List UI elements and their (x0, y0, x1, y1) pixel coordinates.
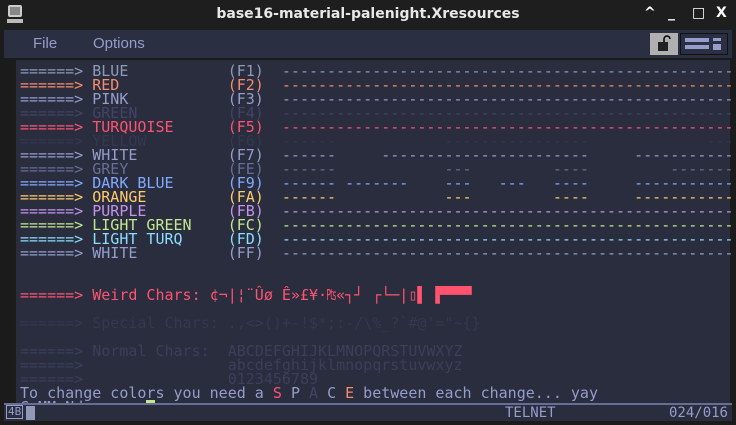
arrow: ======> (20, 286, 84, 304)
menu-options[interactable]: Options (93, 35, 145, 52)
special-label: Special Chars: (92, 314, 219, 332)
keyboard-icon (685, 38, 721, 50)
lock-toggle-button[interactable] (650, 33, 678, 55)
unlock-icon (658, 35, 671, 51)
color-name: WHITE (92, 244, 138, 262)
menu-bar: File Options (4, 30, 732, 58)
arrow: ======> (20, 244, 84, 262)
special-chars-row: ======> Special Chars: .,<>()+-!$*;:-/\%… (20, 314, 481, 332)
title-bar: base16-material-palenight.Xresources ^ _… (0, 0, 736, 30)
menu-file[interactable]: File (33, 35, 57, 52)
color-code: (FF) (227, 244, 264, 262)
hint-c: C (327, 384, 337, 402)
weird-chars-row: ======> Weird Chars: ¢¬|¦¨Ûø Ê»£¥·₧«┐┘ ┌… (20, 286, 472, 304)
hint-p: P (290, 384, 300, 402)
window-title: base16-material-palenight.Xresources (216, 6, 520, 22)
close-button[interactable]: X (716, 5, 727, 21)
status-bar: 4B TELNET 024/016 (4, 403, 732, 421)
keyboard-indicator: 4B (6, 405, 24, 419)
weird-label: Weird Chars: (92, 286, 201, 304)
maximize-button[interactable]: □ (692, 5, 705, 21)
keyboard-button[interactable] (680, 33, 728, 55)
special-chars: .,<>()+-!$*;:-/\%_?`#@'="~{} (227, 314, 481, 332)
minimize-button[interactable]: _ (668, 5, 675, 21)
cursor-position: 024/016 (668, 405, 728, 421)
hint-text-end: between each change... yay (354, 384, 598, 402)
input-inhibit-block (26, 406, 35, 420)
hint-a: A (309, 384, 319, 402)
shade-button[interactable]: ^ (644, 5, 656, 21)
connection-mode: TELNET (505, 405, 556, 421)
weird-chars: ¢¬|¦¨Ûø Ê»£¥·₧«┐┘ ┌└─|▯▌ ▛▀▀▀ (209, 286, 472, 304)
hint-s: S (272, 384, 282, 402)
hint-e: E (345, 384, 355, 402)
arrow: ======> (20, 314, 84, 332)
color-sample-line: ----------------------------------------… (281, 244, 736, 262)
color-row: ======> WHITE (FF) ---------------------… (20, 244, 736, 262)
terminal-screen[interactable]: ======> BLUE (F1) ----------------------… (14, 60, 736, 415)
